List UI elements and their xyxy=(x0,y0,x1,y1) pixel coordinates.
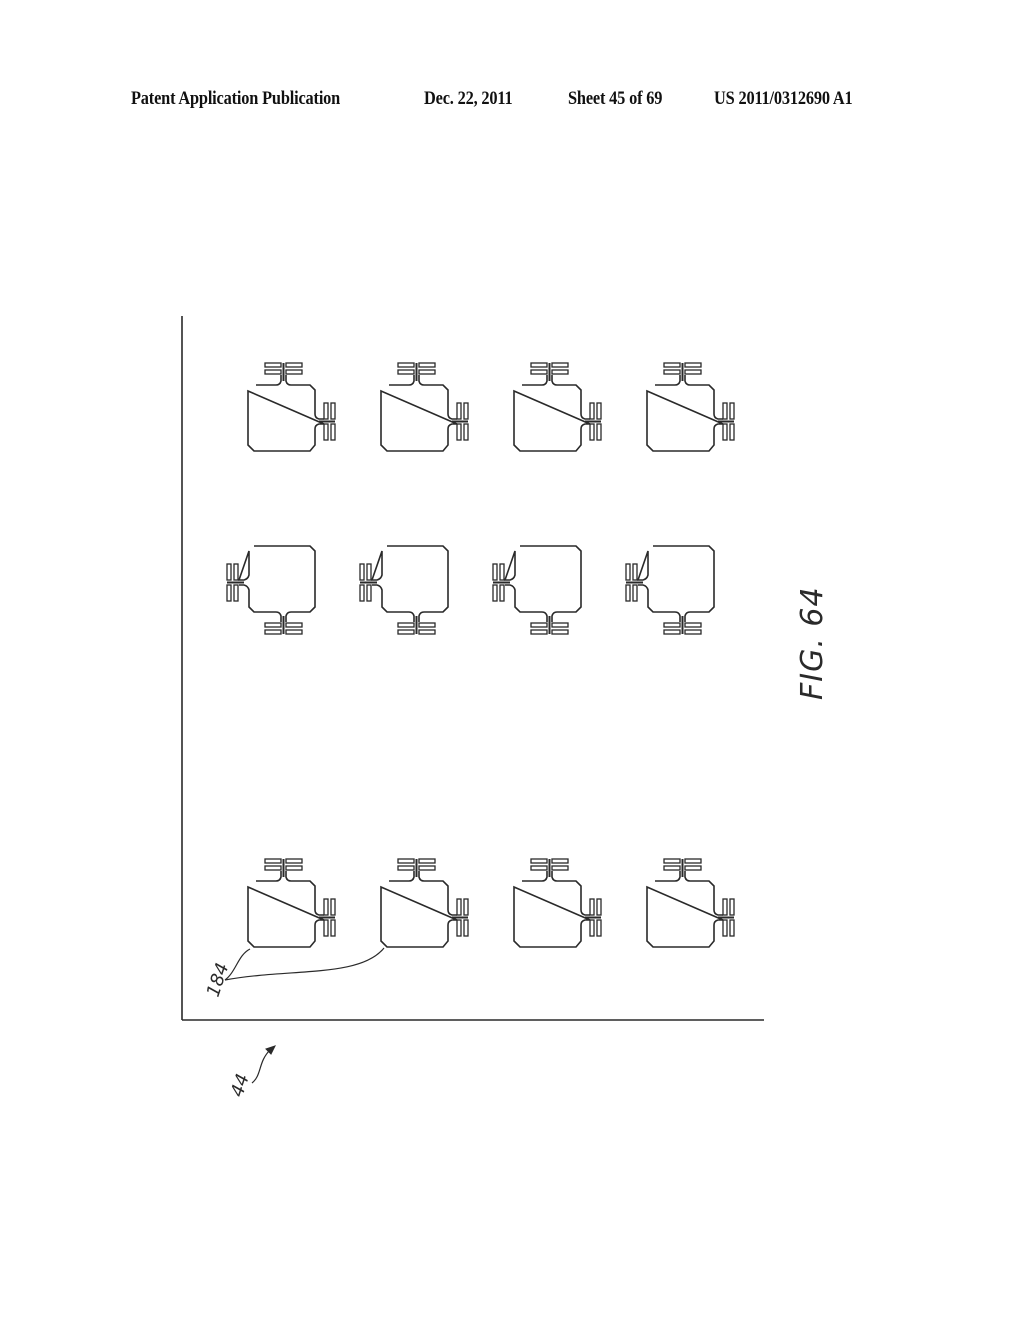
reference-numeral-184: 184 xyxy=(203,960,234,999)
loop-element xyxy=(646,362,735,452)
loop-element xyxy=(513,362,602,452)
leader-line-184b xyxy=(224,947,385,981)
loop-element xyxy=(513,858,602,948)
figure-label: FIG. 64 xyxy=(795,586,830,700)
reference-numeral-44: 44 xyxy=(227,1071,254,1099)
loop-element xyxy=(625,545,715,635)
loop-element xyxy=(247,858,336,948)
loop-element xyxy=(646,858,735,948)
loop-element xyxy=(380,858,469,948)
loop-element xyxy=(380,362,469,452)
loop-element xyxy=(359,545,449,635)
arrow-44-shaft xyxy=(251,1049,271,1084)
loop-element xyxy=(247,362,336,452)
patent-drawing: 184 44 FIG. 64 xyxy=(181,316,830,1100)
element-row-3 xyxy=(247,858,735,948)
loop-element xyxy=(492,545,582,635)
element-row-2 xyxy=(226,545,715,635)
element-row-1 xyxy=(247,362,735,452)
loop-element xyxy=(226,545,316,635)
